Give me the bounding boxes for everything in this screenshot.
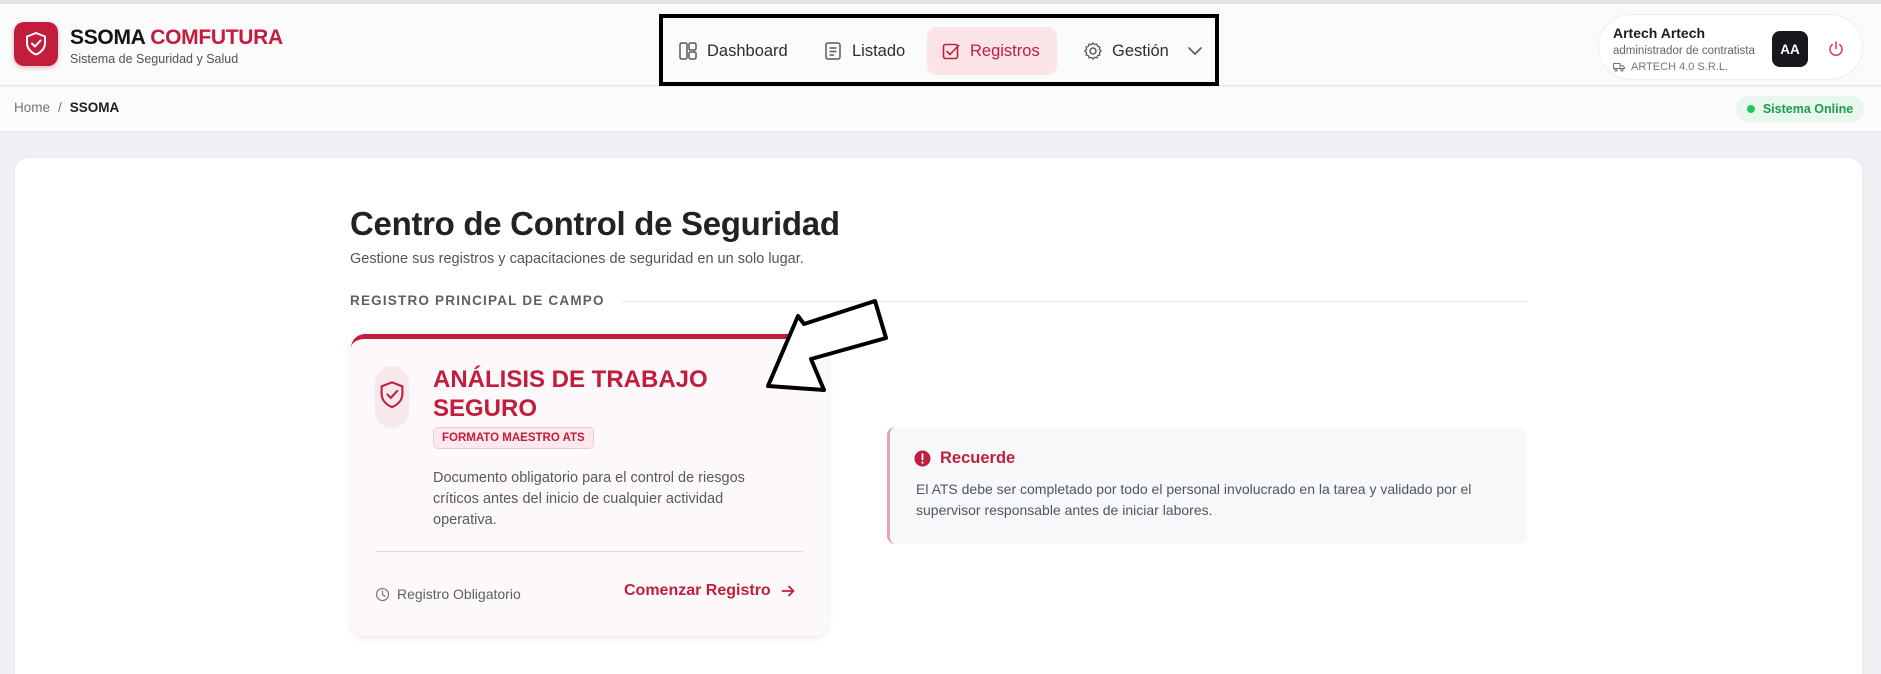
user-card: Artech Artech administrador de contratis… [1598, 14, 1863, 80]
brand-title-accent: COMFUTURA [150, 26, 283, 49]
alert-circle-icon [914, 450, 931, 467]
ats-card-divider [375, 551, 803, 552]
chevron-down-icon [1188, 47, 1202, 55]
ats-footer-label: Registro Obligatorio [397, 586, 521, 602]
status-dot-icon [1746, 105, 1755, 113]
breadcrumb-home[interactable]: Home [14, 100, 50, 115]
ats-format-badge: FORMATO MAESTRO ATS [433, 427, 594, 449]
shield-check-icon [380, 381, 404, 409]
nav-label-dashboard: Dashboard [707, 41, 788, 60]
nav-item-listado[interactable]: Listado [809, 27, 921, 75]
start-registration-label: Comenzar Registro [624, 582, 771, 599]
user-company: ARTECH 4.0 S.R.L. [1613, 61, 1728, 73]
reminder-title: Recuerde [940, 449, 1016, 467]
reminder-notice: Recuerde El ATS debe ser completado por … [887, 427, 1527, 544]
shield-check-icon [26, 32, 46, 56]
brand-subtitle: Sistema de Seguridad y Salud [70, 52, 239, 66]
reminder-text: El ATS debe ser completado por todo el p… [916, 481, 1472, 518]
breadcrumb-current: SSOMA [69, 100, 120, 115]
brand-title: SSOMA COMFUTURA [70, 26, 283, 50]
start-registration-button[interactable]: Comenzar Registro [624, 582, 796, 600]
nav-item-dashboard[interactable]: Dashboard [664, 27, 792, 75]
arrow-right-icon [781, 585, 795, 597]
annotation-arrow-icon [766, 299, 888, 392]
gear-icon [1084, 42, 1102, 60]
status-label: Sistema Online [1762, 102, 1854, 116]
list-icon [825, 42, 841, 60]
avatar[interactable]: AA [1772, 31, 1808, 67]
truck-icon [1613, 63, 1625, 72]
nav-label-registros: Registros [970, 41, 1040, 60]
nav-item-gestion[interactable]: Gestión [1069, 27, 1221, 75]
clock-icon [375, 587, 390, 601]
checkbox-icon [942, 43, 960, 60]
brand-title-main: SSOMA [70, 26, 145, 49]
section-label: REGISTRO PRINCIPAL DE CAMPO [350, 293, 605, 308]
reminder-header: Recuerde [914, 449, 1015, 468]
breadcrumb-separator: / [58, 100, 62, 115]
main-panel [15, 158, 1862, 674]
ats-icon-container [375, 366, 409, 428]
app-logo[interactable] [14, 22, 58, 66]
page-subtitle: Gestione sus registros y capacitaciones … [350, 251, 804, 267]
ats-card-description: Documento obligatorio para el control de… [433, 470, 745, 528]
nav-label-listado: Listado [852, 41, 906, 60]
user-name: Artech Artech [1613, 25, 1706, 41]
logout-button[interactable] [1818, 31, 1854, 67]
breadcrumb-bar: Home / SSOMA Sistema Online [0, 87, 1881, 132]
brand: SSOMA COMFUTURA Sistema de Seguridad y S… [70, 26, 283, 66]
status-badge: Sistema Online [1736, 96, 1864, 122]
user-company-name: ARTECH 4.0 S.R.L. [1631, 61, 1728, 73]
nav-label-gestion: Gestión [1112, 41, 1169, 60]
ats-card-footer-note: Registro Obligatorio [375, 586, 521, 602]
ats-card-title: ANÁLISIS DE TRABAJO SEGURO [433, 366, 708, 422]
user-role: administrador de contratista [1613, 45, 1755, 57]
top-bar: SSOMA COMFUTURA Sistema de Seguridad y S… [0, 0, 1881, 86]
breadcrumb: Home / SSOMA [14, 100, 119, 115]
nav-item-registros[interactable]: Registros [927, 27, 1057, 75]
main-nav: Dashboard Listado Registros Gestión [659, 14, 1219, 86]
power-icon [1829, 41, 1843, 56]
layout-icon [679, 42, 697, 60]
page-title: Centro de Control de Seguridad [350, 205, 840, 242]
